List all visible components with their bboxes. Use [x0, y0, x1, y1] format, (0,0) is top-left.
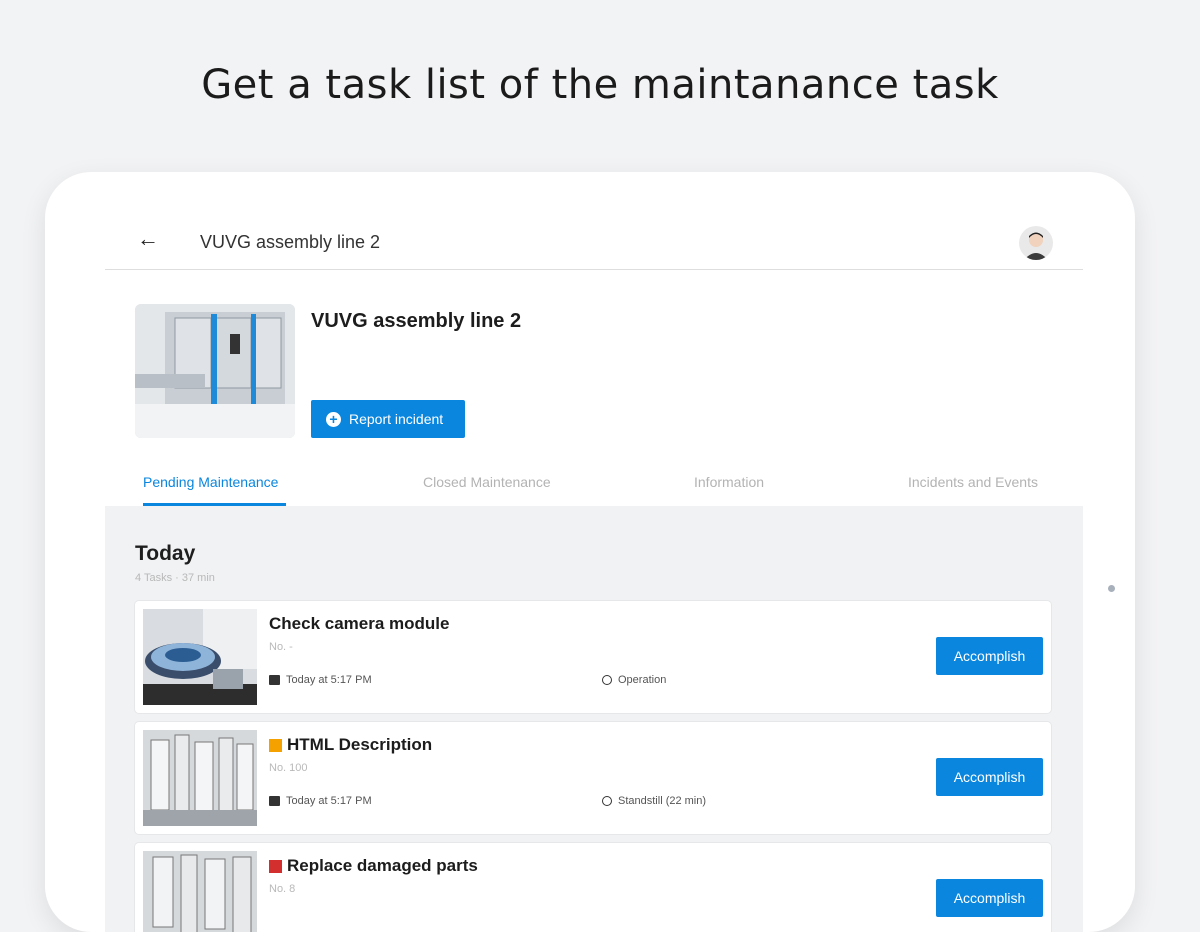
calendar-icon: [269, 675, 280, 685]
task-list-panel: Today 4 Tasks · 37 min Check camera modu…: [105, 506, 1083, 932]
tab-closed-maintenance[interactable]: Closed Maintenance: [423, 474, 551, 490]
accomplish-button[interactable]: Accomplish: [936, 879, 1043, 917]
plus-circle-icon: +: [326, 411, 341, 427]
task-date: Today at 5:17 PM: [269, 795, 372, 807]
tab-information[interactable]: Information: [694, 474, 764, 490]
timer-icon: [602, 796, 612, 806]
task-card[interactable]: Check camera module No. - Today at 5:17 …: [135, 601, 1051, 713]
priority-medium-indicator: [269, 738, 282, 752]
tab-incidents-and-events[interactable]: Incidents and Events: [908, 474, 1038, 490]
asset-title: VUVG assembly line 2: [311, 310, 522, 332]
tab-bar: Pending Maintenance Closed Maintenance I…: [105, 462, 1083, 506]
tablet-frame: ← VUVG assembly line 2 VUVG assembly lin…: [45, 172, 1135, 932]
page-headline: Get a task list of the maintanance task: [201, 62, 999, 108]
section-subtitle: 4 Tasks · 37 min: [135, 572, 215, 584]
task-thumbnail: [143, 609, 257, 705]
priority-high-indicator: [269, 859, 282, 873]
task-number: No. 100: [269, 762, 308, 774]
task-title: HTML Description: [269, 735, 432, 755]
task-number: No. -: [269, 641, 293, 653]
task-card[interactable]: HTML Description No. 100 Today at 5:17 P…: [135, 722, 1051, 834]
top-app-bar: ← VUVG assembly line 2: [105, 212, 1083, 270]
task-thumbnail: [143, 851, 257, 932]
task-title: Check camera module: [269, 614, 450, 633]
user-avatar[interactable]: [1019, 226, 1053, 260]
section-title: Today: [135, 542, 196, 565]
app-bar-title: VUVG assembly line 2: [200, 232, 381, 252]
arrow-left-icon[interactable]: ←: [135, 226, 161, 252]
timer-icon: [602, 675, 612, 685]
tab-pending-maintenance[interactable]: Pending Maintenance: [143, 474, 278, 490]
accomplish-button[interactable]: Accomplish: [936, 758, 1043, 796]
task-card[interactable]: Replace damaged parts No. 8 Accomplish: [135, 843, 1051, 932]
task-date: Today at 5:17 PM: [269, 674, 372, 686]
task-type: Standstill (22 min): [602, 795, 706, 807]
task-thumbnail: [143, 730, 257, 826]
report-incident-label: Report incident: [349, 411, 444, 427]
task-type: Operation: [602, 674, 666, 686]
task-title: Replace damaged parts: [269, 856, 478, 876]
scroll-indicator: [1108, 585, 1115, 592]
report-incident-button[interactable]: + Report incident: [311, 400, 465, 438]
task-number: No. 8: [269, 883, 296, 895]
assembly-line-image: [135, 304, 295, 438]
calendar-icon: [269, 796, 280, 806]
accomplish-button[interactable]: Accomplish: [936, 637, 1043, 675]
